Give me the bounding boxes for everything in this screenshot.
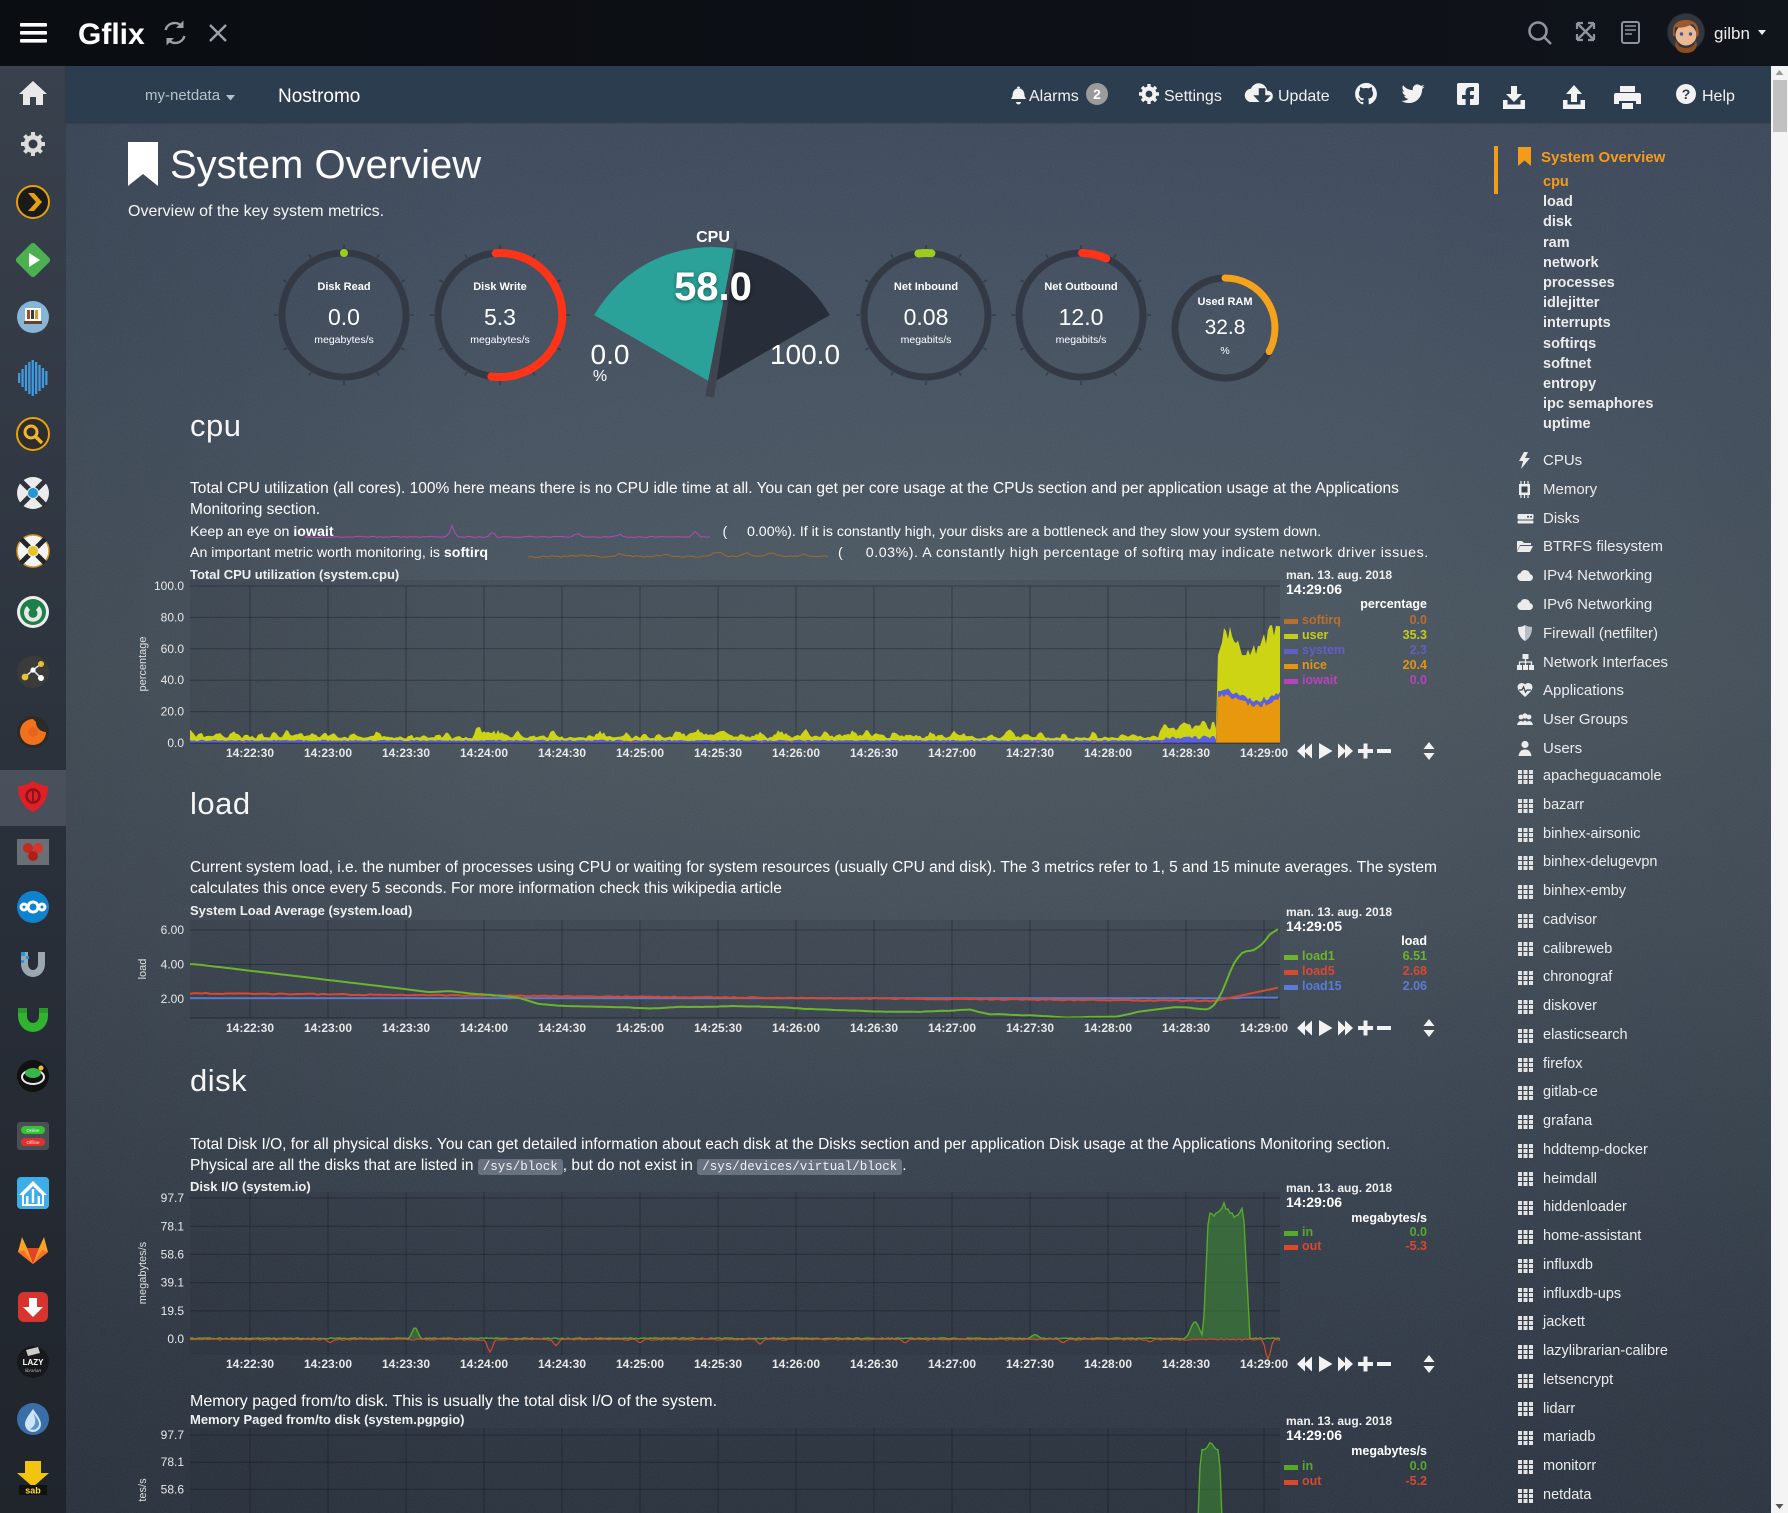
svg-text:Memory Paged from/to disk (sys: Memory Paged from/to disk (system.pgpgio… (190, 1412, 465, 1427)
svg-text:97.7: 97.7 (161, 1428, 185, 1442)
svg-text:14:29:06: 14:29:06 (1286, 1427, 1342, 1443)
svg-text:-5.2: -5.2 (1405, 1474, 1427, 1488)
svg-text:System Overview: System Overview (1541, 149, 1666, 166)
svg-text:0.0: 0.0 (1410, 1459, 1427, 1473)
svg-text:man. 13. aug. 2018: man. 13. aug. 2018 (1286, 1414, 1392, 1428)
svg-text:megabytes/s: megabytes/s (1351, 1444, 1427, 1458)
svg-text:58.6: 58.6 (161, 1482, 185, 1496)
svg-text:78.1: 78.1 (161, 1455, 185, 1469)
svg-text:tes/s: tes/s (137, 1478, 149, 1502)
svg-text:out: out (1302, 1474, 1322, 1488)
svg-text:in: in (1302, 1459, 1313, 1473)
